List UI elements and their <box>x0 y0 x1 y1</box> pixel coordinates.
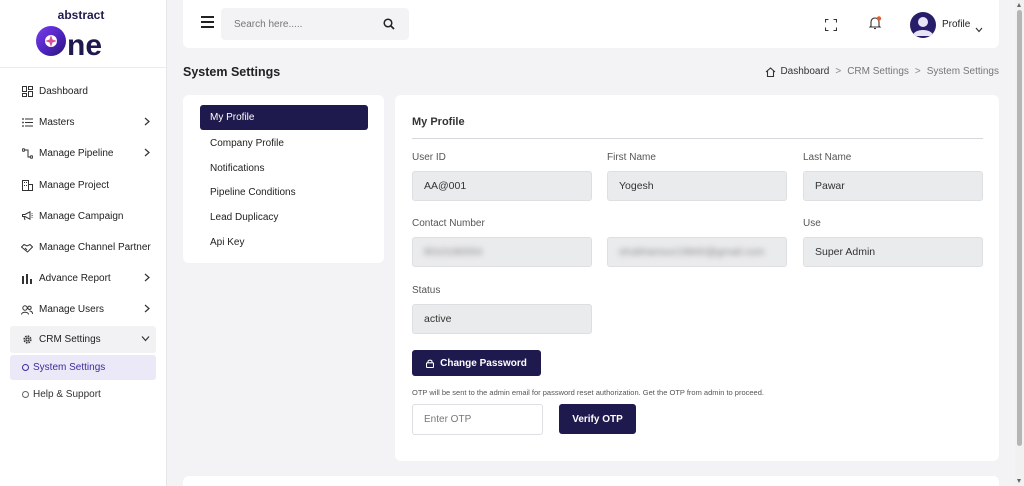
sidebar-item-manage-channel-partner[interactable]: Manage Channel Partner <box>0 232 166 263</box>
sidebar-item-masters[interactable]: Masters <box>0 107 166 138</box>
sidebar-item-label: Help & Support <box>33 388 101 400</box>
user-id-label: User ID <box>412 152 446 163</box>
notification-bell-icon[interactable] <box>868 16 882 35</box>
user-type-label: Use <box>803 218 821 229</box>
scroll-up-arrow-icon[interactable] <box>1017 3 1021 7</box>
user-type-field[interactable]: Super Admin <box>803 237 983 267</box>
settings-menu-item-api-key[interactable]: Api Key <box>200 230 368 255</box>
sidebar-subitem-label: System Settings <box>33 361 106 373</box>
chevron-right-icon <box>144 117 150 129</box>
brand-logo[interactable]: abstract ne <box>0 0 166 68</box>
breadcrumb-item[interactable]: CRM Settings <box>847 66 909 77</box>
change-password-button[interactable]: Change Password <box>412 350 541 376</box>
sidebar-item-label: Dashboard <box>39 86 88 98</box>
sidebar-item-label: Masters <box>39 117 75 129</box>
search-icon[interactable] <box>383 17 395 35</box>
status-field[interactable]: active <box>412 304 592 334</box>
divider <box>412 138 983 139</box>
sidebar: abstract ne Dashboard Masters Manage Pip… <box>0 0 167 486</box>
bar-chart-icon <box>21 273 33 285</box>
verify-otp-button[interactable]: Verify OTP <box>559 404 636 434</box>
email-field[interactable]: shubhamsur19840@gmail.com <box>607 237 787 267</box>
sidebar-item-label: Manage Pipeline <box>39 148 114 160</box>
settings-menu-item-pipeline-conditions[interactable]: Pipeline Conditions <box>200 181 368 206</box>
sidebar-item-advance-report[interactable]: Advance Report <box>0 263 166 294</box>
sidebar-item-dashboard[interactable]: Dashboard <box>0 76 166 107</box>
card-title: My Profile <box>412 116 465 128</box>
chevron-right-icon <box>144 304 150 316</box>
breadcrumb-separator: > <box>914 66 921 77</box>
change-password-label: Change Password <box>440 357 527 369</box>
fullscreen-icon[interactable] <box>824 18 838 36</box>
avatar[interactable] <box>910 12 936 38</box>
chevron-right-icon <box>144 273 150 285</box>
contact-number-label: Contact Number <box>412 218 485 229</box>
hamburger-menu-icon[interactable] <box>201 16 214 28</box>
pipeline-icon <box>21 148 33 160</box>
first-name-label: First Name <box>607 152 656 163</box>
chevron-right-icon <box>144 148 150 160</box>
megaphone-icon <box>21 210 33 222</box>
settings-menu-item-company-profile[interactable]: Company Profile <box>200 131 368 156</box>
sidebar-item-manage-pipeline[interactable]: Manage Pipeline <box>0 138 166 169</box>
gear-icon <box>21 333 33 345</box>
status-label: Status <box>412 285 441 296</box>
breadcrumb: Dashboard > CRM Settings > System Settin… <box>765 66 999 77</box>
settings-menu: My Profile Company Profile Notifications… <box>183 95 384 263</box>
breadcrumb-item-current: System Settings <box>926 66 999 77</box>
sidebar-item-label: Manage Users <box>39 304 105 316</box>
contact-number-field[interactable]: 8010180054 <box>412 237 592 267</box>
users-icon <box>21 304 33 316</box>
home-icon <box>765 66 776 77</box>
abstract-one-logo: abstract ne <box>36 8 105 60</box>
svg-text:abstract: abstract <box>58 8 105 22</box>
breadcrumb-home-link[interactable]: Dashboard <box>765 66 829 77</box>
list-icon <box>21 117 33 129</box>
search-input[interactable] <box>221 8 371 40</box>
profile-card: My Profile User ID AA@001 First Name Yog… <box>395 95 999 461</box>
sidebar-item-manage-users[interactable]: Manage Users <box>0 294 166 325</box>
circle-icon <box>22 390 29 398</box>
breadcrumb-item: Dashboard <box>780 66 830 77</box>
lock-icon <box>426 359 435 368</box>
sidebar-item-manage-campaign[interactable]: Manage Campaign <box>0 201 166 232</box>
first-name-field[interactable]: Yogesh <box>607 171 787 201</box>
email-value: shubhamsur19840@gmail.com <box>619 246 765 258</box>
handshake-icon <box>21 242 33 254</box>
last-name-field[interactable]: Pawar <box>803 171 983 201</box>
otp-input[interactable] <box>412 404 543 435</box>
sidebar-item-label: Advance Report <box>39 273 111 285</box>
chevron-down-icon[interactable] <box>975 20 983 38</box>
otp-note: OTP will be sent to the admin email for … <box>412 388 764 397</box>
scrollbar-thumb[interactable] <box>1017 10 1022 446</box>
settings-menu-item-notifications[interactable]: Notifications <box>200 156 368 181</box>
sidebar-subitem-system-settings[interactable]: System Settings <box>10 354 156 380</box>
profile-menu-label[interactable]: Profile <box>942 19 970 30</box>
circle-icon <box>22 363 29 371</box>
scroll-down-arrow-icon[interactable] <box>1017 479 1021 483</box>
last-name-label: Last Name <box>803 152 852 163</box>
sidebar-nav: Dashboard Masters Manage Pipeline Manage… <box>0 68 166 407</box>
breadcrumb-separator: > <box>835 66 842 77</box>
sidebar-item-label: Manage Channel Partner <box>39 242 151 254</box>
vertical-scrollbar[interactable] <box>1015 0 1024 486</box>
settings-menu-item-my-profile[interactable]: My Profile <box>200 105 368 130</box>
sidebar-item-label: Manage Project <box>39 179 110 191</box>
sidebar-item-label: Manage Campaign <box>39 210 124 222</box>
search-box <box>221 8 409 40</box>
building-icon <box>21 179 33 191</box>
contact-number-value: 8010180054 <box>424 246 483 258</box>
sidebar-item-help-support[interactable]: Help & Support <box>0 382 166 407</box>
sidebar-item-manage-project[interactable]: Manage Project <box>0 170 166 201</box>
settings-menu-item-lead-duplicacy[interactable]: Lead Duplicacy <box>200 205 368 230</box>
footer-card <box>183 476 999 486</box>
chevron-down-icon <box>141 334 150 345</box>
sidebar-item-crm-settings[interactable]: CRM Settings <box>10 325 156 353</box>
dashboard-icon <box>21 86 33 98</box>
svg-text:ne: ne <box>67 29 102 60</box>
top-bar: Profile <box>183 0 999 48</box>
user-id-field[interactable]: AA@001 <box>412 171 592 201</box>
page-title: System Settings <box>183 65 281 79</box>
sidebar-item-label: CRM Settings <box>39 333 101 345</box>
